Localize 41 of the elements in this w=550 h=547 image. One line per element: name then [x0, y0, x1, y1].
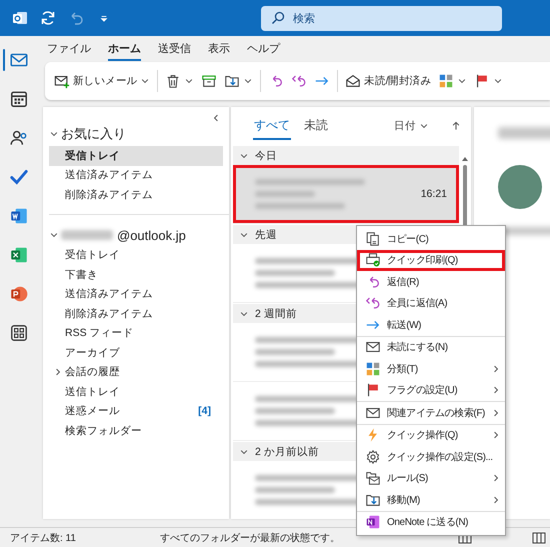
menu-item[interactable]: クイック印刷(Q) — [357, 250, 505, 271]
read-unread-button[interactable]: 未読/開封済み — [342, 70, 434, 92]
menu-item[interactable]: 移動(M) — [357, 489, 505, 510]
folder-item[interactable]: 会話の履歴 — [49, 362, 223, 382]
menu-item[interactable]: OneNote に送る(N) — [357, 510, 505, 533]
ribbon-tab[interactable]: ファイル — [47, 38, 91, 60]
menu-item[interactable]: フラグの設定(U) — [357, 380, 505, 401]
menu-item[interactable]: ルール(S) — [357, 468, 505, 489]
menu-item[interactable]: クイック操作(Q) — [357, 424, 505, 446]
folder-item[interactable]: 検索フォルダー — [49, 421, 223, 440]
folder-item[interactable]: 受信トレイ — [49, 246, 223, 265]
folder-item[interactable]: 送信トレイ — [49, 382, 223, 402]
account-header[interactable]: @outlook.jp — [43, 214, 229, 246]
filter-tab[interactable]: 未読 — [303, 112, 329, 140]
folder-item[interactable]: 下書き — [49, 265, 223, 284]
favorites-header[interactable]: お気に入り — [43, 107, 229, 146]
sync-status: すべてのフォルダーが最新の状態です。 — [160, 532, 340, 544]
folder-item[interactable]: アーカイブ — [49, 343, 223, 362]
folder-item[interactable]: 削除済みアイテム — [49, 185, 223, 204]
menu-item[interactable]: 返信(R) — [357, 271, 505, 292]
search-field[interactable]: 検索 — [261, 6, 502, 30]
ribbon-tab[interactable]: 表示 — [208, 38, 230, 60]
folder-item[interactable]: 迷惑メール [4] — [49, 402, 223, 421]
menu-item[interactable]: 分類(T) — [357, 358, 505, 380]
unread-count: [4] — [198, 405, 212, 418]
folder-item[interactable]: 削除済みアイテム — [49, 304, 223, 324]
message-item[interactable]: 16:21 — [233, 165, 459, 224]
sort-button[interactable]: 日付 — [388, 118, 435, 134]
menu-item[interactable]: 未読にする(N) — [357, 336, 505, 358]
date-group-header[interactable]: 今日 — [233, 146, 459, 165]
ribbon-tab[interactable]: ヘルプ — [247, 38, 280, 60]
ribbon-tab[interactable]: 送受信 — [158, 38, 191, 60]
folder-item[interactable]: 送信済みアイテム — [49, 166, 223, 185]
folder-item[interactable]: 送信済みアイテム — [49, 284, 223, 304]
new-mail-button[interactable]: 新しいメール — [51, 70, 154, 92]
item-count: アイテム数: 11 — [10, 532, 76, 544]
folder-item[interactable]: 受信トレイ — [49, 146, 223, 166]
message-time: 16:21 — [420, 188, 447, 200]
folder-item[interactable]: RSS フィード — [49, 324, 223, 343]
filter-tab[interactable]: すべて — [253, 112, 291, 140]
menu-item[interactable]: 関連アイテムの検索(F) — [357, 401, 505, 424]
